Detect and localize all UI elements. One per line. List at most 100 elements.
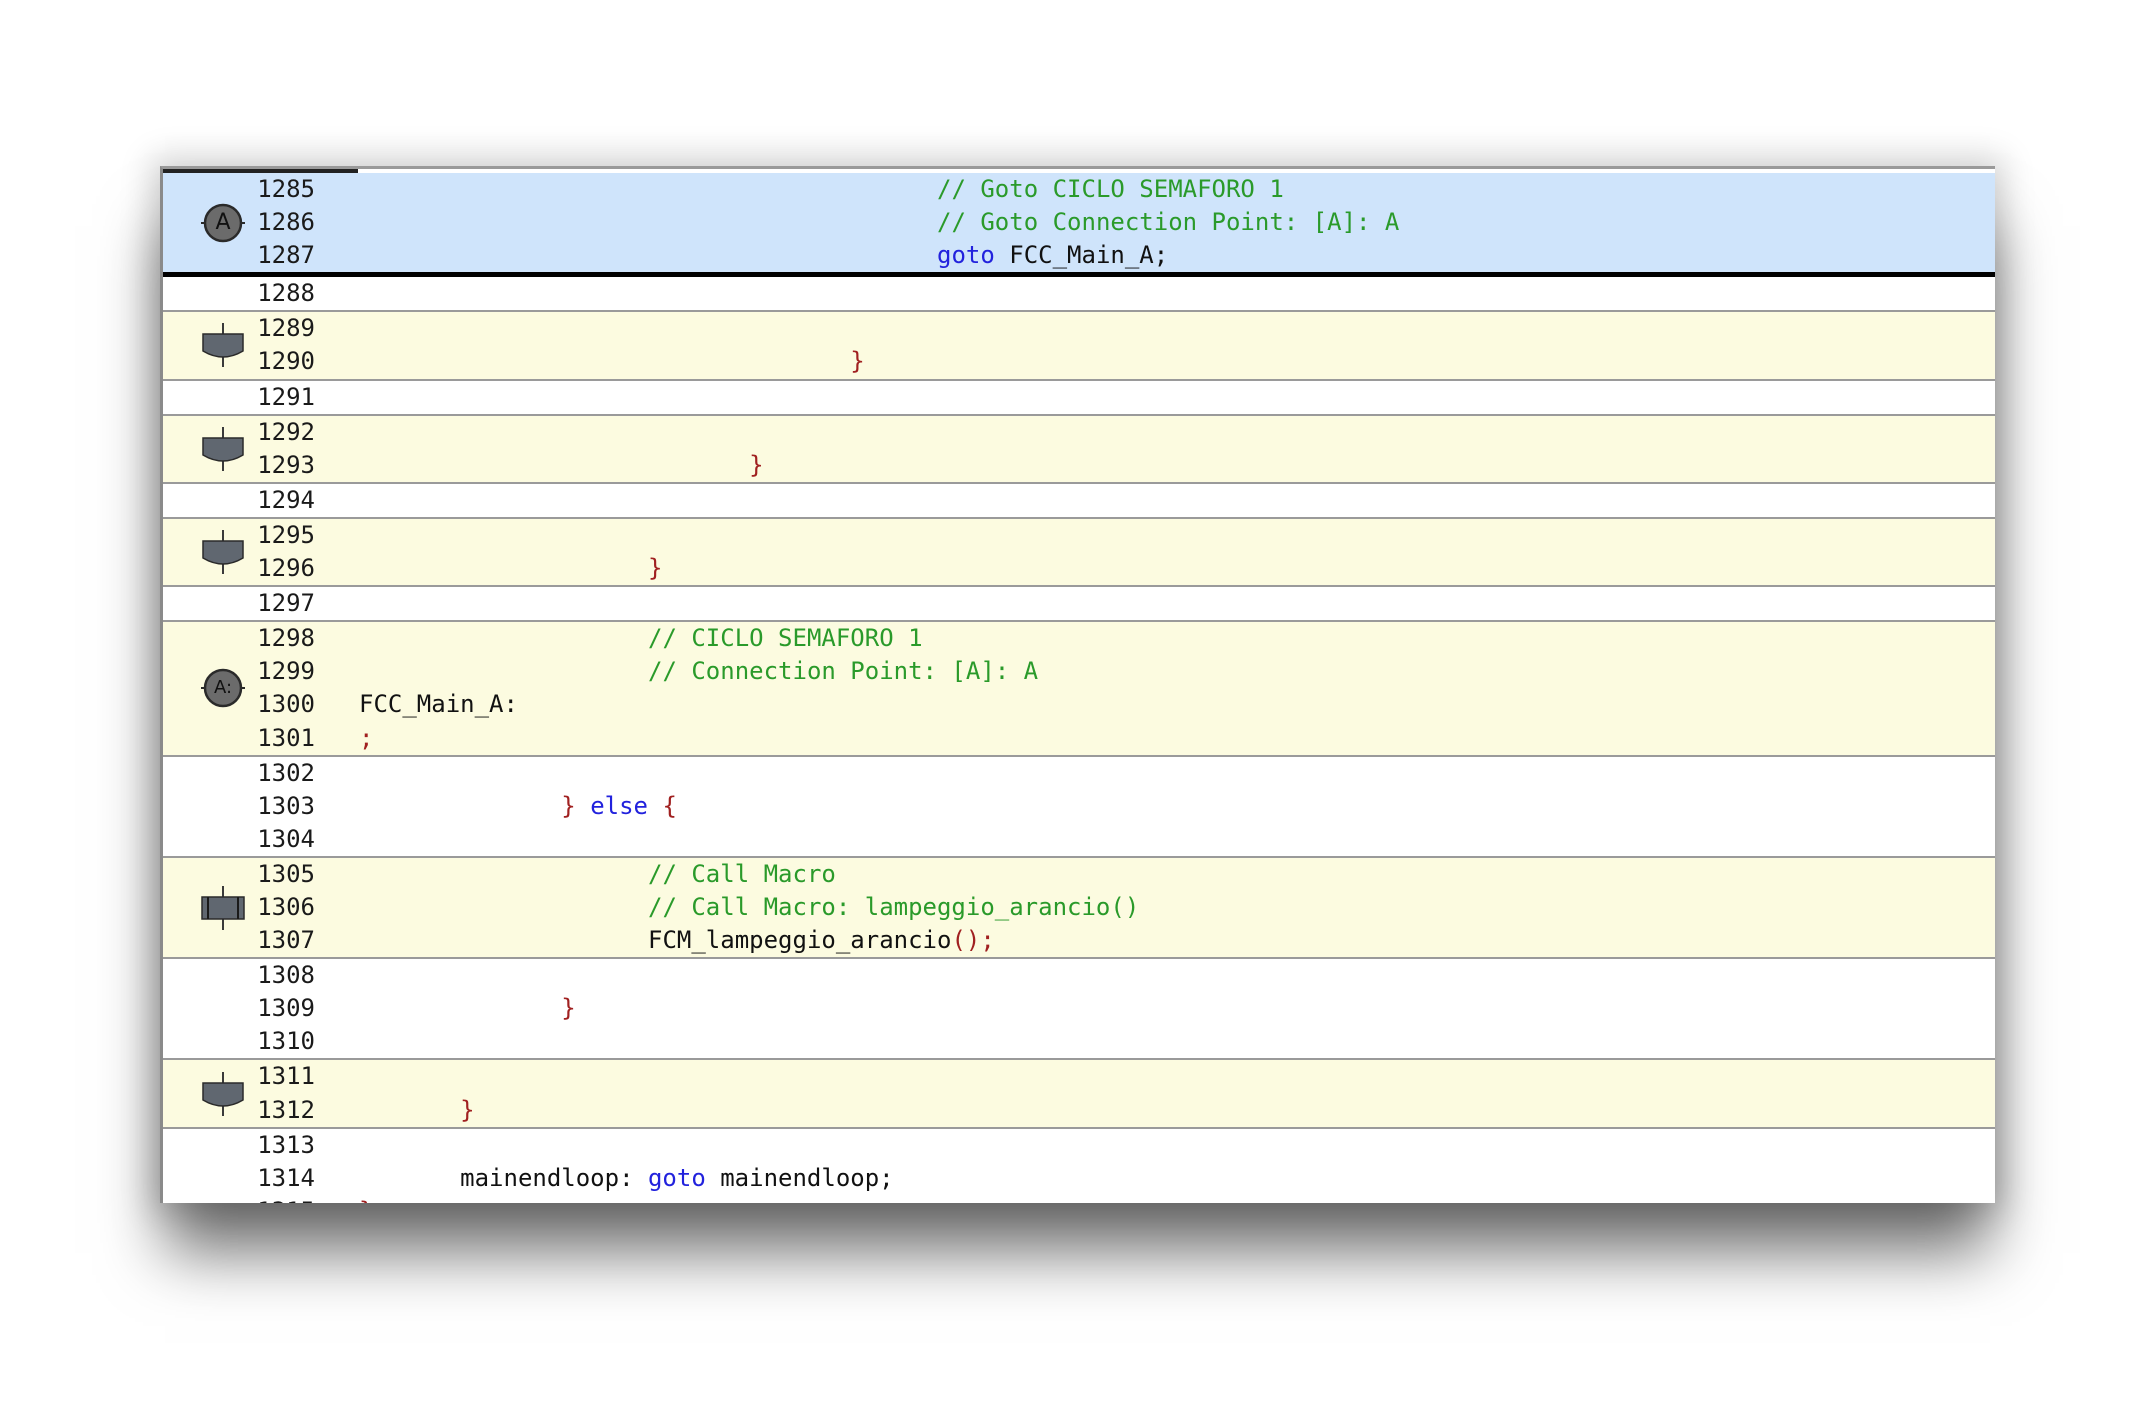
punctuation-token: } (460, 1095, 475, 1124)
code-line[interactable]: 1296} (163, 552, 1995, 585)
code-line[interactable]: 1290} (163, 345, 1995, 378)
identifier-token: mainendloop: (460, 1163, 648, 1192)
line-number: 1314 (257, 1163, 315, 1192)
code-block[interactable]: 1285 // Goto CICLO SEMAFORO 1 1286 // Goto … (163, 173, 1995, 278)
code-line[interactable]: 1308 (163, 959, 1995, 992)
code-line[interactable]: 1286 // Goto Connection Point: [A]: A (163, 206, 1995, 239)
keyword-token: else (590, 791, 648, 820)
identifier-token: FCC_Main_A: (359, 690, 518, 719)
code-line[interactable]: 1306 // Call Macro: lampeggio_arancio() (163, 891, 1995, 924)
line-number: 1289 (257, 314, 315, 343)
line-number: 1295 (257, 520, 315, 549)
decision-end-icon[interactable] (199, 1070, 247, 1118)
code-line[interactable]: 1287 goto FCC_Main_A; (163, 239, 1995, 272)
code-line[interactable]: 1285 // Goto CICLO SEMAFORO 1 (163, 173, 1995, 206)
code-text: } (460, 1094, 474, 1127)
code-block[interactable]: 1308 1309} 1310 (163, 959, 1995, 1061)
code-block[interactable]: 1289 1290} (163, 312, 1995, 381)
code-text: } (359, 1195, 373, 1203)
code-line[interactable]: 1307 FCM_lampeggio_arancio(); (163, 924, 1995, 957)
comment-token: // Connection Point: [A]: A (648, 657, 1039, 686)
code-text: goto FCC_Main_A; (937, 239, 1168, 272)
code-line[interactable]: 1304 (163, 823, 1995, 856)
keyword-token: goto (937, 241, 995, 270)
punctuation-token: } (749, 450, 764, 479)
code-text: // Goto CICLO SEMAFORO 1 (937, 173, 1284, 206)
punctuation-token: { (648, 791, 677, 820)
line-number: 1304 (257, 824, 315, 853)
code-line[interactable]: 1295 (163, 519, 1995, 552)
line-number: 1296 (257, 554, 315, 583)
punctuation-token: } (561, 791, 591, 820)
line-number: 1303 (257, 791, 315, 820)
line-number: 1301 (257, 723, 315, 752)
macro-call-icon[interactable] (199, 884, 247, 932)
line-number: 1307 (257, 926, 315, 955)
code-line[interactable]: 1315} (163, 1195, 1995, 1203)
decision-end-icon[interactable] (199, 528, 247, 576)
code-block[interactable]: 1294 (163, 483, 1995, 519)
comment-token: // Goto CICLO SEMAFORO 1 (937, 175, 1284, 203)
line-number: 1309 (257, 994, 315, 1023)
code-line[interactable]: 1297 (163, 587, 1995, 620)
code-line[interactable]: 1298 // CICLO SEMAFORO 1 (163, 622, 1995, 655)
line-number: 1287 (257, 241, 315, 270)
code-block[interactable]: 13131314mainendloop: goto mainendloop;13… (163, 1128, 1995, 1203)
code-line[interactable]: 1301; (163, 722, 1995, 755)
line-number: 1310 (257, 1027, 315, 1056)
line-number: 1312 (257, 1095, 315, 1124)
code-text: // CICLO SEMAFORO 1 (648, 622, 923, 655)
code-line[interactable]: 1314 mainendloop: goto mainendloop; (163, 1162, 1995, 1195)
line-number: 1308 (257, 961, 315, 990)
code-block[interactable]: 1311 1312} (163, 1060, 1995, 1129)
code-line[interactable]: 1293} (163, 449, 1995, 482)
code-block[interactable]: 1298 // CICLO SEMAFORO 1 1299 // Connection… (163, 622, 1995, 757)
code-line[interactable]: 1303} else { (163, 790, 1995, 823)
code-line[interactable]: 1309} (163, 992, 1995, 1025)
code-block[interactable]: 1292 1293} (163, 415, 1995, 484)
code-line[interactable]: 1313 (163, 1129, 1995, 1162)
identifier-token: FCC_Main_A; (994, 241, 1169, 270)
line-number: 1299 (257, 657, 315, 686)
code-line[interactable]: 1294 (163, 484, 1995, 517)
line-number: 1285 (257, 175, 315, 203)
line-number: 1297 (257, 589, 315, 618)
decision-end-icon[interactable] (199, 321, 247, 369)
code-text: ; (359, 722, 373, 755)
code-line[interactable]: 1291 (163, 381, 1995, 414)
connection-point-icon[interactable]: A: (199, 664, 247, 712)
code-block[interactable]: 1302 1303} else {1304 (163, 756, 1995, 858)
comment-token: // Goto Connection Point: [A]: A (937, 208, 1400, 237)
code-text: } (648, 552, 662, 585)
code-text: } (850, 345, 864, 378)
punctuation-token: } (850, 347, 865, 376)
comment-token: // Call Macro: lampeggio_arancio() (648, 892, 1140, 921)
line-number: 1288 (257, 279, 315, 308)
line-number: 1311 (257, 1062, 315, 1091)
connection-goto-icon[interactable]: A (199, 199, 247, 247)
code-line[interactable]: 1299 // Connection Point: [A]: A (163, 655, 1995, 688)
decision-end-icon[interactable] (199, 425, 247, 473)
code-line[interactable]: 1312} (163, 1094, 1995, 1127)
code-block[interactable]: 1291 (163, 380, 1995, 416)
line-number: 1302 (257, 758, 315, 787)
code-line[interactable]: 1302 (163, 757, 1995, 790)
punctuation-token: ; (359, 723, 374, 752)
code-line[interactable]: 1292 (163, 416, 1995, 449)
code-block[interactable]: 1288 (163, 277, 1995, 313)
code-line[interactable]: 1300 FCC_Main_A: (163, 688, 1995, 721)
code-line[interactable]: 1289 (163, 312, 1995, 345)
code-block[interactable]: 1295 1296} (163, 518, 1995, 588)
code-line[interactable]: 1288 (163, 277, 1995, 310)
line-number: 1292 (257, 417, 315, 446)
code-line[interactable]: 1310 (163, 1025, 1995, 1058)
code-text: } (749, 449, 763, 482)
code-line[interactable]: 1311 (163, 1060, 1995, 1093)
icon-label: A: (213, 677, 233, 699)
code-text: // Call Macro: lampeggio_arancio() (648, 891, 1139, 924)
punctuation-token: (); (951, 926, 995, 955)
code-text: // Connection Point: [A]: A (648, 655, 1038, 688)
code-block[interactable]: 1305 // Call Macro 1306 // Call Macro: lamp… (163, 857, 1995, 960)
code-line[interactable]: 1305 // Call Macro (163, 858, 1995, 891)
code-block[interactable]: 1297 (163, 587, 1995, 623)
